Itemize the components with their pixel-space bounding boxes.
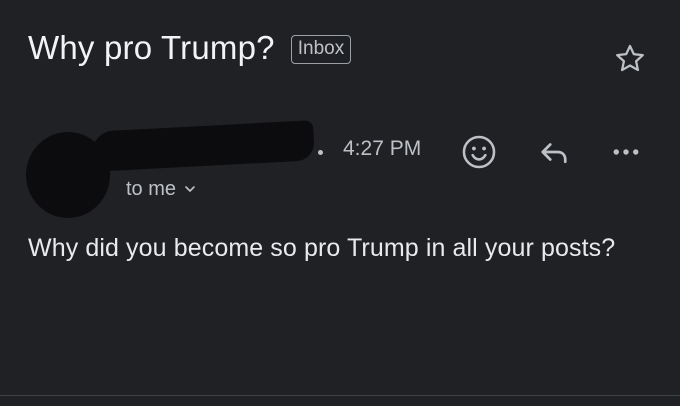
recipients-toggle[interactable]: to me <box>126 176 196 202</box>
message-time: 4:27 PM <box>343 137 422 160</box>
reply-icon <box>541 143 567 164</box>
message-body: Why did you become so pro Trump in all y… <box>28 234 616 262</box>
subject-row: Why pro Trump? Inbox <box>28 26 352 70</box>
more-horizontal-icon <box>613 149 639 155</box>
recipients-text: to me <box>126 178 177 200</box>
sender-separator-dot <box>318 150 323 155</box>
bottom-divider <box>0 395 680 396</box>
react-emoji-button[interactable] <box>459 132 499 172</box>
reply-button[interactable] <box>534 132 574 172</box>
star-outline-icon <box>616 44 644 72</box>
email-subject: Why pro Trump? <box>28 29 275 66</box>
sender-name[interactable] <box>100 134 310 160</box>
more-options-button[interactable] <box>606 132 646 172</box>
smiley-icon <box>462 135 496 169</box>
star-button[interactable] <box>613 42 647 76</box>
message-header: 4:27 PM to me <box>0 112 680 218</box>
chevron-down-icon <box>185 186 195 192</box>
inbox-label-chip[interactable]: Inbox <box>290 34 352 64</box>
